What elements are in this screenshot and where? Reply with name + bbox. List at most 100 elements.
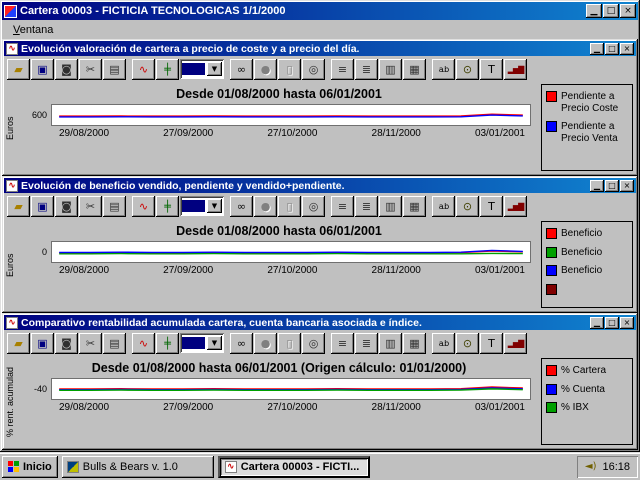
report-table-button[interactable]: ▥ [379,58,402,80]
close-button[interactable]: × [620,42,634,55]
print-button[interactable]: ▤ [103,332,126,354]
windows-logo-icon [8,461,19,472]
report-lines-button[interactable]: ≣ [355,58,378,80]
line-chart-button[interactable]: ∿ [132,332,155,354]
menu-ventana[interactable]: Ventana [6,22,60,38]
legend-label: % IBX [561,402,589,413]
report-list-button[interactable]: ≡ [331,58,354,80]
x-tick-label: 27/09/2000 [163,265,214,276]
main-window: Cartera 00003 - FICTICIA TECNOLOGICAS 1/… [0,0,640,452]
report-table-button[interactable]: ▥ [379,195,402,217]
minimize-button[interactable]: ▁ [586,4,602,18]
cut-button[interactable]: ✂ [79,195,102,217]
legend-item: % Cartera [546,365,629,377]
maximize-button[interactable]: □ [605,42,619,55]
view-button[interactable]: ∞ [230,332,253,354]
report-lines-button[interactable]: ≣ [355,332,378,354]
child-titlebar[interactable]: ∿ Comparativo rentabilidad acumulada car… [4,315,636,330]
snapshot-button[interactable]: ◙ [55,332,78,354]
x-tick-label: 29/08/2000 [59,128,110,139]
legend-item: % Cuenta [546,383,629,396]
save-button[interactable]: ▣ [31,195,54,217]
find-button[interactable]: ⊙ [456,195,479,217]
chart-legend: Beneficio Beneficio Beneficio [541,221,633,308]
line-chart-button[interactable]: ∿ [132,195,155,217]
dropdown-arrow-icon[interactable]: ▼ [207,62,222,76]
text-button[interactable]: a.b [432,58,455,80]
main-titlebar[interactable]: Cartera 00003 - FICTICIA TECNOLOGICAS 1/… [2,2,638,20]
open-button[interactable]: ▰ [7,332,30,354]
legend-swatch [546,121,557,132]
save-button[interactable]: ▣ [31,332,54,354]
taskbar-task-bulls-bears[interactable]: Bulls & Bears v. 1.0 [61,455,214,478]
bar-chart-button[interactable]: ╪ [156,332,179,354]
region-button: ▯ [278,195,301,217]
histogram-button[interactable]: ▂▅▇ [504,195,527,217]
text-button[interactable]: a.b [432,195,455,217]
start-button[interactable]: Inicio [2,455,58,478]
volume-icon[interactable]: ◄) [585,461,597,472]
chart-plot[interactable] [51,378,531,400]
print-button[interactable]: ▤ [103,58,126,80]
report-grid-button[interactable]: ▦ [403,332,426,354]
dropdown-arrow-icon[interactable]: ▼ [207,336,222,350]
histogram-button[interactable]: ▂▅▇ [504,58,527,80]
zoom-button[interactable]: ◎ [302,332,325,354]
zoom-button[interactable]: ◎ [302,58,325,80]
region-button: ▯ [278,58,301,80]
view-button[interactable]: ∞ [230,195,253,217]
chart-plot[interactable] [51,104,531,126]
bar-chart-button[interactable]: ╪ [156,58,179,80]
find-button[interactable]: ⊙ [456,58,479,80]
child-titlebar[interactable]: ∿ Evolución valoración de cartera a prec… [4,41,636,56]
line-chart-button[interactable]: ∿ [132,58,155,80]
child-titlebar[interactable]: ∿ Evolución de beneficio vendido, pendie… [4,178,636,193]
selected-series-swatch [182,200,205,212]
print-button[interactable]: ▤ [103,195,126,217]
title-button[interactable]: T [480,195,503,217]
title-button[interactable]: T [480,332,503,354]
minimize-button[interactable]: ▁ [590,179,604,192]
close-button[interactable]: × [620,4,636,18]
maximize-button[interactable]: □ [605,316,619,329]
series-selector-dropdown[interactable]: ▼ [180,333,224,353]
open-button[interactable]: ▰ [7,195,30,217]
maximize-button[interactable]: □ [603,4,619,18]
series-selector-dropdown[interactable]: ▼ [180,196,224,216]
report-lines-button[interactable]: ≣ [355,195,378,217]
legend-item: Beneficio [546,228,629,240]
snapshot-button[interactable]: ◙ [55,195,78,217]
text-button[interactable]: a.b [432,332,455,354]
save-button[interactable]: ▣ [31,58,54,80]
series-selector-dropdown[interactable]: ▼ [180,59,224,79]
chart-toolbar: ▰ ▣ ◙ ✂ ▤ ∿ ╪ ▼ ∞ ● ▯ ◎ ≡ ≣ ▥ ▦ a.b ⊙ T ▂▅▇ [4,193,636,219]
snapshot-button[interactable]: ◙ [55,58,78,80]
cut-button[interactable]: ✂ [79,332,102,354]
close-button[interactable]: × [620,316,634,329]
bar-chart-button[interactable]: ╪ [156,195,179,217]
chart-plot[interactable] [51,241,531,263]
y-tick-label: 600 [31,110,47,120]
clock: 16:18 [602,460,630,473]
dropdown-arrow-icon[interactable]: ▼ [207,199,222,213]
taskbar-task-cartera[interactable]: ∿ Cartera 00003 - FICTI... [217,455,370,478]
report-grid-button[interactable]: ▦ [403,58,426,80]
report-list-button[interactable]: ≡ [331,332,354,354]
report-list-button[interactable]: ≡ [331,195,354,217]
minimize-button[interactable]: ▁ [590,316,604,329]
cut-button[interactable]: ✂ [79,58,102,80]
x-tick-label: 03/01/2001 [474,265,525,276]
open-button[interactable]: ▰ [7,58,30,80]
histogram-button[interactable]: ▂▅▇ [504,332,527,354]
report-table-button[interactable]: ▥ [379,332,402,354]
report-grid-button[interactable]: ▦ [403,195,426,217]
zoom-button[interactable]: ◎ [302,195,325,217]
close-button[interactable]: × [620,179,634,192]
find-button[interactable]: ⊙ [456,332,479,354]
series-line [59,114,523,116]
view-button[interactable]: ∞ [230,58,253,80]
title-button[interactable]: T [480,58,503,80]
app-icon [4,4,17,18]
minimize-button[interactable]: ▁ [590,42,604,55]
maximize-button[interactable]: □ [605,179,619,192]
